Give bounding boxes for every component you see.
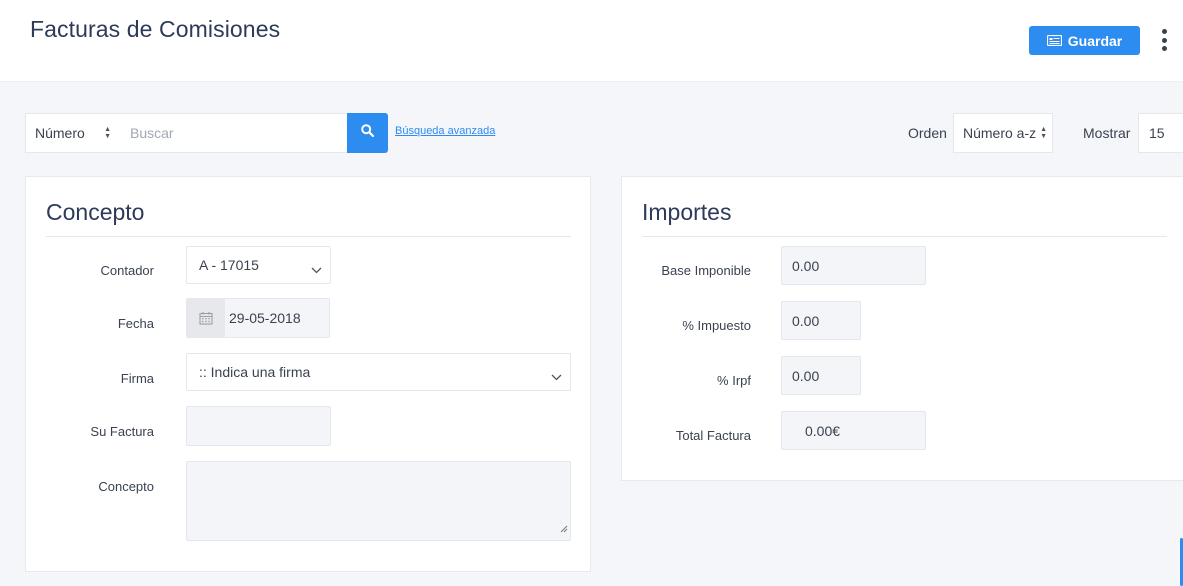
importes-panel: Importes Base Imponible 0.00 % Impuesto … <box>621 176 1183 481</box>
impuesto-label: % Impuesto <box>682 318 751 333</box>
fecha-field[interactable]: 29-05-2018 <box>186 298 330 338</box>
save-icon <box>1046 35 1062 46</box>
firma-value: :: Indica una firma <box>199 364 311 380</box>
fecha-value: 29-05-2018 <box>225 299 329 337</box>
concepto-textarea[interactable] <box>186 461 571 541</box>
page-title: Facturas de Comisiones <box>30 16 281 42</box>
concepto-panel-title: Concepto <box>46 199 145 225</box>
orden-value: Número a-z <box>963 125 1037 141</box>
orden-label: Orden <box>908 125 947 141</box>
mostrar-select[interactable]: 15 <box>1138 113 1183 153</box>
contador-label: Contador <box>100 263 154 278</box>
save-button[interactable]: Guardar <box>1029 26 1140 55</box>
firma-label: Firma <box>120 371 154 386</box>
orden-select[interactable]: Número a-z ▲ ▼ <box>953 113 1053 153</box>
concepto-field-label: Concepto <box>98 479 154 494</box>
chevron-down-icon <box>311 261 322 277</box>
sort-arrows-icon: ▲ ▼ <box>1040 126 1047 140</box>
kebab-menu-icon[interactable] <box>1157 27 1171 53</box>
mostrar-label: Mostrar <box>1083 125 1131 141</box>
total-factura-field: 0.00€ <box>781 411 926 450</box>
irpf-value: 0.00 <box>792 367 820 384</box>
search-input[interactable] <box>116 113 348 153</box>
total-factura-label: Total Factura <box>675 428 751 443</box>
top-header: Facturas de Comisiones Guardar <box>0 0 1183 82</box>
impuesto-value: 0.00 <box>792 312 820 329</box>
mostrar-value: 15 <box>1149 125 1165 141</box>
calendar-icon[interactable] <box>187 299 225 337</box>
concepto-panel: Concepto Contador A - 17015 Fecha 29-05-… <box>25 176 591 572</box>
search-field-value: Número <box>35 125 85 141</box>
irpf-label: % Irpf <box>717 373 751 388</box>
firma-select[interactable]: :: Indica una firma <box>186 353 571 391</box>
total-factura-value: 0.00€ <box>805 422 841 439</box>
search-icon <box>361 124 375 142</box>
impuesto-field[interactable]: 0.00 <box>781 301 861 340</box>
su-factura-input[interactable] <box>186 406 331 446</box>
sort-arrows-icon: ▲ ▼ <box>104 126 111 140</box>
divider <box>46 236 571 237</box>
fecha-label: Fecha <box>117 316 154 331</box>
irpf-field[interactable]: 0.00 <box>781 356 861 395</box>
contador-value: A - 17015 <box>199 257 259 273</box>
base-imponible-field[interactable]: 0.00 <box>781 246 926 285</box>
search-field-select[interactable]: Número ▲ ▼ <box>25 113 117 153</box>
importes-panel-title: Importes <box>642 199 732 225</box>
contador-select[interactable]: A - 17015 <box>186 246 331 284</box>
base-imponible-label: Base Imponible <box>661 263 751 278</box>
chevron-down-icon <box>551 368 562 384</box>
search-button[interactable] <box>347 113 388 153</box>
divider <box>642 236 1167 237</box>
resize-handle-icon[interactable] <box>560 520 568 538</box>
base-imponible-value: 0.00 <box>792 257 820 274</box>
advanced-search-link[interactable]: Búsqueda avanzada <box>395 125 495 137</box>
su-factura-label: Su Factura <box>90 424 154 439</box>
save-button-label: Guardar <box>1067 32 1123 49</box>
